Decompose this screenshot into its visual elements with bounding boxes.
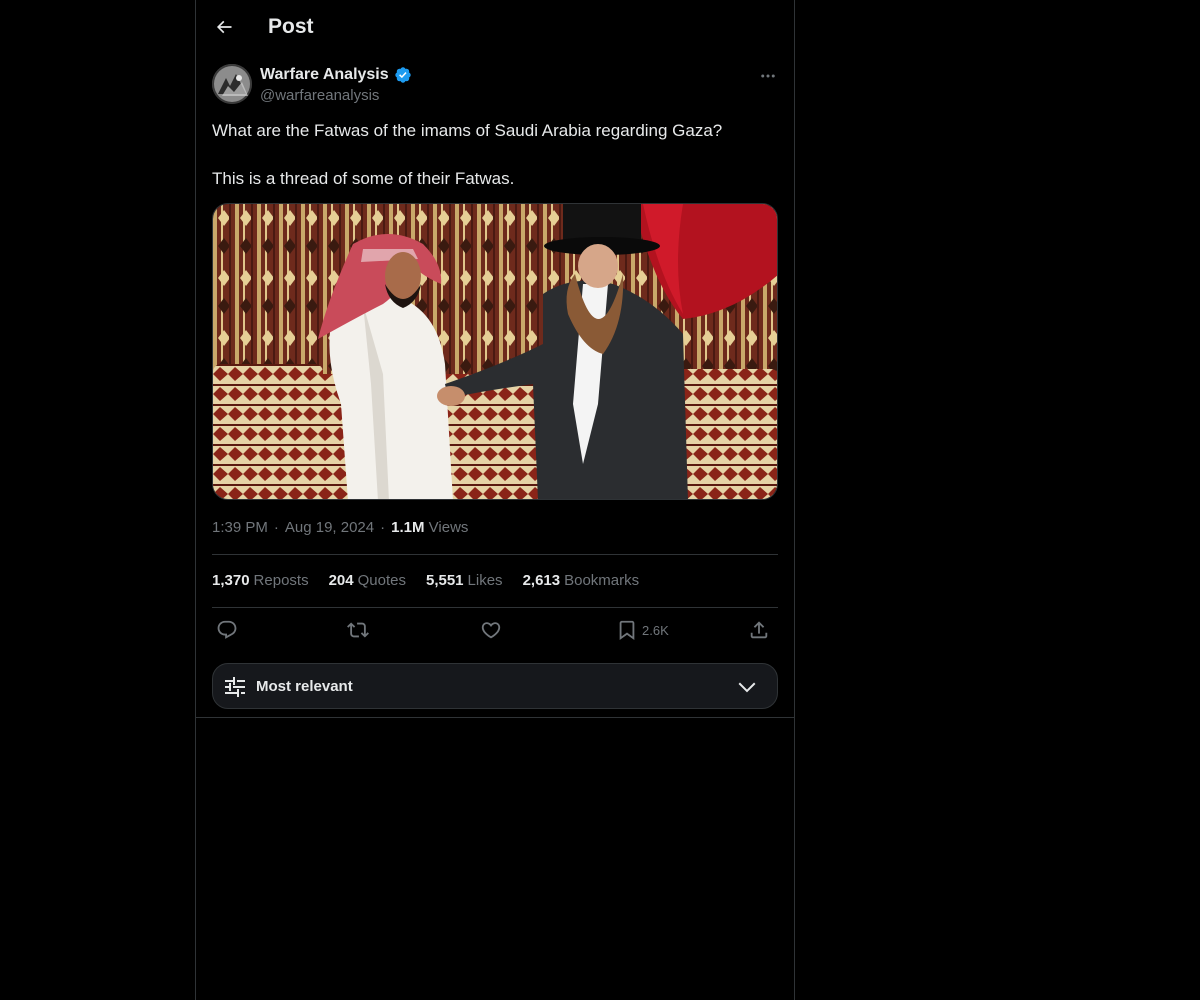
repost-button[interactable] (347, 619, 369, 641)
post-image[interactable] (212, 203, 778, 500)
meta-separator: · (380, 519, 386, 536)
stat-label: Likes (467, 572, 503, 589)
more-options-button[interactable] (756, 64, 780, 88)
views-count: 1.1M (391, 519, 425, 536)
stat-label: Quotes (357, 572, 406, 589)
arrow-left-icon (214, 17, 234, 37)
reply-icon (216, 619, 238, 641)
verified-badge-icon (394, 66, 412, 84)
action-bar: 2.6K (212, 617, 778, 647)
author-name[interactable]: Warfare Analysis (260, 64, 412, 85)
divider (212, 607, 778, 608)
like-button[interactable] (480, 619, 502, 641)
stat-count: 204 (328, 572, 354, 589)
chevron-down-icon (735, 675, 759, 699)
replies-sort-dropdown[interactable]: Most relevant (212, 663, 778, 709)
bookmark-count: 2.6K (642, 622, 669, 638)
stat-count: 2,613 (522, 572, 561, 589)
bookmark-icon (616, 619, 638, 641)
back-button[interactable] (210, 13, 238, 41)
share-icon (748, 619, 770, 641)
post-date[interactable]: Aug 19, 2024 (285, 518, 374, 538)
main-column: Post Warfare Analysis @warfareanalysis W… (195, 0, 795, 1000)
stat-bookmarks[interactable]: 2,613 Bookmarks (523, 571, 640, 591)
divider (212, 554, 778, 555)
views-label: Views (428, 519, 469, 536)
meta-separator: · (273, 519, 279, 536)
post-text-line: What are the Fatwas of the imams of Saud… (212, 121, 723, 140)
author-name-text: Warfare Analysis (260, 66, 389, 83)
stat-count: 5,551 (425, 572, 464, 589)
sort-label: Most relevant (256, 678, 353, 695)
post-stats: 1,370 Reposts 204 Quotes 5,551 Likes 2,613 B… (212, 571, 639, 591)
top-bar: Post (196, 0, 794, 54)
reply-button[interactable] (216, 619, 238, 641)
share-button[interactable] (748, 619, 770, 641)
page-title: Post (268, 15, 314, 38)
author-avatar[interactable] (212, 64, 252, 104)
stat-count: 1,370 (212, 572, 250, 589)
heart-icon (480, 619, 502, 641)
sliders-icon (223, 675, 247, 699)
stat-likes[interactable]: 5,551 Likes (426, 571, 503, 591)
stat-label: Reposts (253, 572, 309, 589)
post-text-line: This is a thread of some of their Fatwas… (212, 169, 515, 188)
stat-reposts[interactable]: 1,370 Reposts (212, 571, 309, 591)
repost-icon (347, 619, 369, 641)
post-time[interactable]: 1:39 PM (212, 518, 268, 538)
stat-label: Bookmarks (564, 572, 640, 589)
page: Post Warfare Analysis @warfareanalysis W… (0, 0, 1200, 1000)
post-meta: 1:39 PM · Aug 19, 2024 · 1.1M Views (212, 518, 468, 538)
more-icon (759, 67, 777, 85)
stat-quotes[interactable]: 204 Quotes (329, 571, 406, 591)
bookmark-button[interactable]: 2.6K (616, 619, 669, 641)
post-text: What are the Fatwas of the imams of Saud… (212, 119, 778, 191)
author-handle[interactable]: @warfareanalysis (260, 86, 379, 106)
divider (196, 717, 794, 718)
